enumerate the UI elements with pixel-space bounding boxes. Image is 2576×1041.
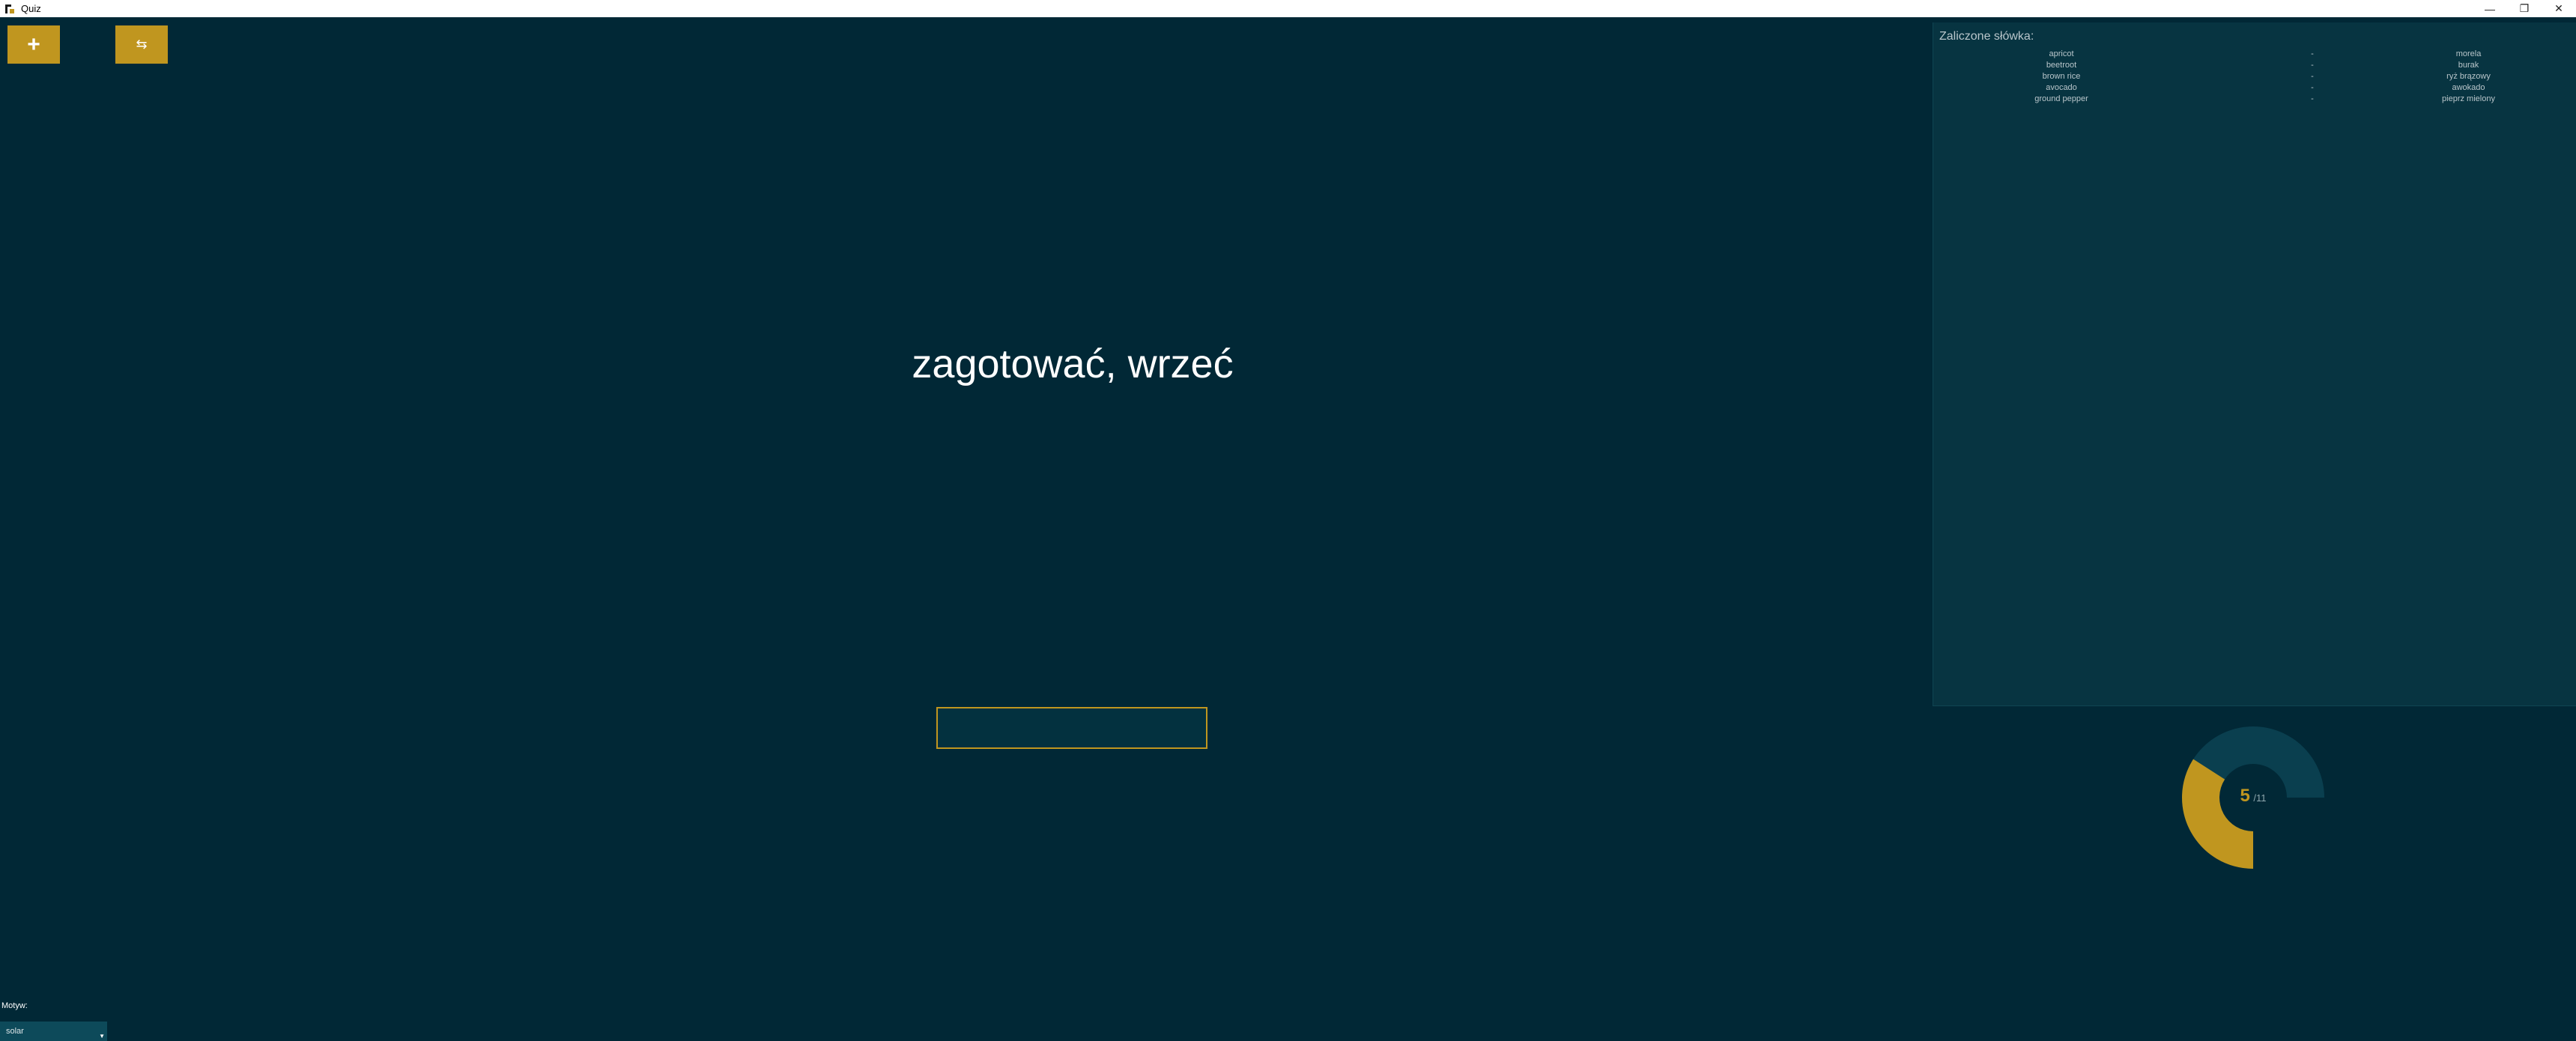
completed-words-list: apricot - morela beetroot - burak brown … (1933, 49, 2576, 106)
question-word: zagotować, wrzeć (912, 342, 1234, 386)
plus-icon: + (27, 31, 40, 57)
word-english: avocado (2046, 83, 2077, 92)
answer-input[interactable] (936, 707, 1207, 749)
theme-selected-value: solar (6, 1027, 24, 1036)
word-english: ground pepper (2034, 94, 2088, 103)
list-item: beetroot - burak (1933, 61, 2576, 72)
progress-done-count: 5 (2240, 786, 2250, 806)
completed-words-panel: Zaliczone słówka: apricot - morela beetr… (1933, 22, 2576, 706)
theme-label: Motyw: (1, 1001, 28, 1010)
word-polish: awokado (2452, 83, 2485, 92)
word-polish: burak (2458, 61, 2479, 70)
swap-icon: ⇆ (136, 37, 148, 52)
word-separator: - (2311, 94, 2314, 103)
theme-select[interactable]: solar ▼ (0, 1022, 107, 1041)
word-english: beetroot (2046, 61, 2077, 70)
title-bar: Quiz — ❐ ✕ (0, 0, 2576, 17)
word-separator: - (2311, 49, 2314, 58)
word-polish: pieprz mielony (2442, 94, 2495, 103)
list-item: brown rice - ryż brązowy (1933, 72, 2576, 83)
list-item: apricot - morela (1933, 49, 2576, 61)
swap-direction-button[interactable]: ⇆ (115, 25, 168, 64)
word-separator: - (2311, 61, 2314, 70)
close-button[interactable]: ✕ (2542, 0, 2576, 17)
word-separator: - (2311, 72, 2314, 81)
word-english: brown rice (2042, 72, 2081, 81)
app-icon (4, 4, 15, 14)
chevron-down-icon: ▼ (99, 1033, 105, 1040)
progress-score: 5 /11 (2216, 786, 2291, 807)
add-word-button[interactable]: + (7, 25, 60, 64)
progress-donut-fill (2182, 759, 2253, 869)
list-item: ground pepper - pieprz mielony (1933, 94, 2576, 106)
word-polish: morela (2455, 49, 2482, 58)
window-title: Quiz (21, 3, 41, 14)
completed-words-title: Zaliczone słówka: (1939, 30, 2034, 43)
word-english: apricot (2049, 49, 2074, 58)
word-separator: - (2311, 83, 2314, 92)
window-controls: — ❐ ✕ (2473, 0, 2576, 17)
list-item: avocado - awokado (1933, 83, 2576, 94)
progress-total-count: /11 (2253, 792, 2267, 804)
main-area: + ⇆ zagotować, wrzeć Zaliczone słówka: a… (0, 17, 2576, 1041)
word-polish: ryż brązowy (2446, 72, 2491, 81)
maximize-button[interactable]: ❐ (2507, 0, 2542, 17)
minimize-button[interactable]: — (2473, 0, 2507, 17)
